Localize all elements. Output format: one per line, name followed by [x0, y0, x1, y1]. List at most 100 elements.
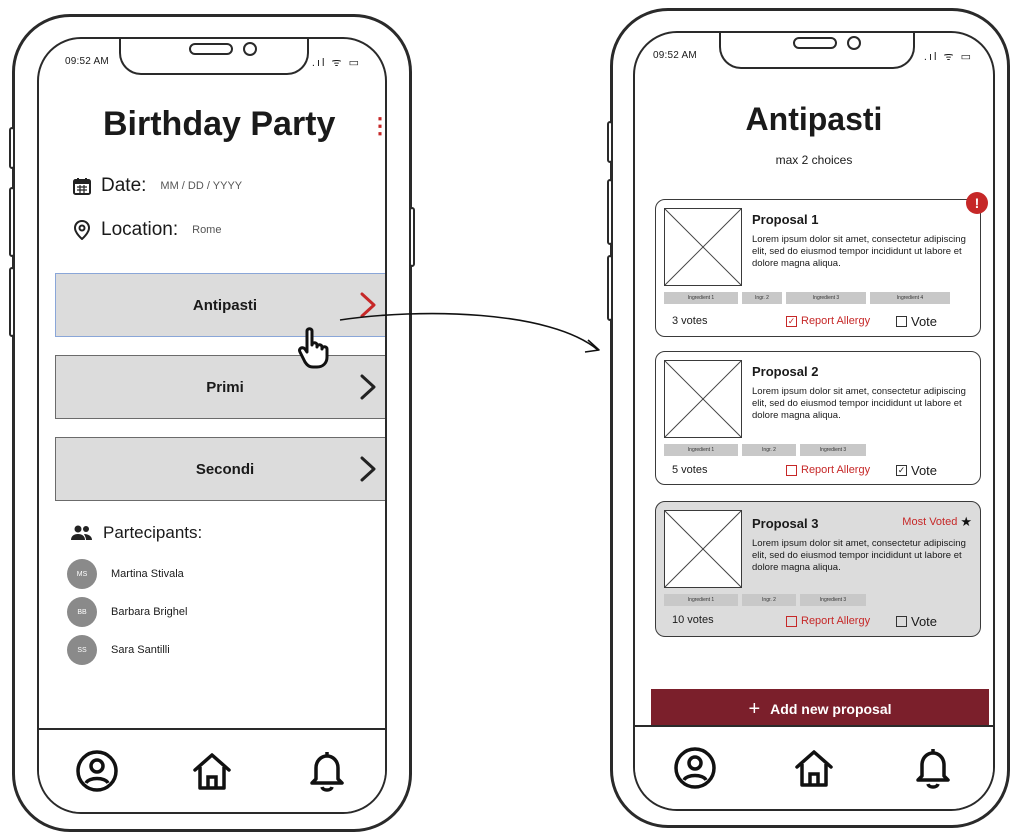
profile-nav-button[interactable]: [73, 747, 121, 795]
alert-badge-icon: !: [966, 192, 988, 214]
proposal-card[interactable]: Proposal 2 Lorem ipsum dolor sit amet, c…: [655, 351, 981, 485]
proposal-description: Lorem ipsum dolor sit amet, consectetur …: [752, 386, 966, 421]
date-row: Date: MM / DD / YYYY: [73, 175, 242, 197]
status-time: 09:52 AM: [65, 56, 109, 67]
category-label: Secondi: [195, 460, 255, 478]
page-subtitle: max 2 choices: [775, 153, 853, 167]
profile-nav-button[interactable]: [671, 744, 719, 792]
vote-count: 5 votes: [672, 464, 708, 476]
ingredient-tag: Ingredient 3: [800, 594, 866, 606]
most-voted-badge: Most Voted ★: [902, 514, 972, 530]
ingredient-tag: Ingredient 3: [786, 292, 866, 304]
profile-icon: [673, 747, 716, 789]
ingredient-tags: Ingredient 1 Ingr. 2 Ingredient 3: [664, 594, 866, 606]
participants-heading: Partecipants:: [71, 523, 202, 543]
chevron-right-icon: [360, 456, 376, 482]
ingredient-tag: Ingredient 1: [664, 594, 738, 606]
notifications-nav-button[interactable]: [909, 744, 957, 792]
image-placeholder-icon: [664, 360, 742, 438]
side-button: [607, 179, 613, 245]
avatar: SS: [67, 635, 97, 665]
speaker: [793, 37, 837, 49]
report-allergy-label: Report Allergy: [801, 615, 871, 627]
vote-checkbox[interactable]: Vote: [896, 614, 937, 629]
ingredient-tag: Ingr. 2: [742, 444, 796, 456]
ingredient-tags: Ingredient 1 Ingr. 2 Ingredient 3: [664, 444, 866, 456]
image-placeholder-icon: [664, 510, 742, 588]
speaker: [189, 43, 233, 55]
image-placeholder-icon: [664, 208, 742, 286]
right-phone: 09:52 AM .ıl ᯤ ▭ Antipasti max 2 choices…: [607, 8, 1010, 828]
notch: [719, 33, 915, 69]
side-button: [607, 255, 613, 321]
participant-item: BB Barbara Brighel: [67, 597, 187, 627]
vote-count: 10 votes: [672, 614, 714, 626]
proposal-description: Lorem ipsum dolor sit amet, consectetur …: [752, 538, 966, 573]
profile-icon: [75, 750, 118, 792]
add-proposal-button[interactable]: + Add new proposal: [651, 689, 989, 729]
bottom-nav: [39, 728, 385, 812]
report-allergy-checkbox[interactable]: ✓ Report Allergy: [786, 315, 870, 327]
ingredient-tags: Ingredient 1 Ingr. 2 Ingredient 3 Ingred…: [664, 292, 950, 304]
status-time: 09:52 AM: [653, 50, 697, 61]
left-phone: 09:52 AM .ıl ᯤ ▭ Birthday Party ⋮ Date: …: [9, 14, 415, 832]
checkbox-checked-icon: ✓: [786, 315, 797, 327]
power-button: [409, 207, 415, 267]
proposal-title: Proposal 1: [752, 212, 819, 227]
right-screen: 09:52 AM .ıl ᯤ ▭ Antipasti max 2 choices…: [633, 31, 995, 811]
page-title: Antipasti: [745, 101, 883, 137]
avatar: MS: [67, 559, 97, 589]
checkbox-icon: [786, 615, 797, 627]
ingredient-tag: Ingredient 1: [664, 444, 738, 456]
home-nav-button[interactable]: [188, 747, 236, 795]
location-label: Location:: [101, 219, 179, 240]
more-menu-icon[interactable]: ⋮: [369, 113, 385, 139]
status-icons: .ıl ᯤ ▭: [923, 51, 973, 63]
proposal-card[interactable]: Proposal 3 Most Voted ★ Lorem ipsum dolo…: [655, 501, 981, 637]
checkbox-icon: [896, 316, 907, 327]
people-icon: [71, 525, 92, 540]
bottom-nav: [635, 725, 993, 809]
location-row: Location: Rome: [73, 219, 221, 241]
report-allergy-checkbox[interactable]: Report Allergy: [786, 464, 870, 476]
home-icon: [795, 750, 833, 787]
participant-name: Barbara Brighel: [111, 606, 188, 618]
category-label: Antipasti: [192, 296, 258, 314]
participants-label: Partecipants:: [103, 523, 203, 542]
category-secondi-button[interactable]: Secondi: [55, 437, 385, 501]
location-value[interactable]: Rome: [192, 224, 221, 236]
calendar-icon: [73, 178, 91, 195]
home-icon: [193, 753, 231, 790]
notifications-nav-button[interactable]: [303, 747, 351, 795]
ingredient-tag: Ingr. 2: [742, 594, 796, 606]
home-nav-button[interactable]: [790, 744, 838, 792]
page-title: Birthday Party: [103, 105, 336, 143]
date-label: Date:: [101, 175, 147, 196]
proposal-title: Proposal 3: [752, 516, 819, 531]
bell-icon: [310, 752, 345, 792]
side-button: [9, 187, 15, 257]
status-icons: .ıl ᯤ ▭: [311, 57, 361, 69]
chevron-right-icon: [360, 374, 376, 400]
date-value[interactable]: MM / DD / YYYY: [160, 180, 242, 192]
vote-checkbox[interactable]: Vote: [896, 314, 937, 329]
bell-icon: [916, 749, 951, 789]
ingredient-tag: Ingredient 3: [800, 444, 866, 456]
proposal-description: Lorem ipsum dolor sit amet, consectetur …: [752, 234, 966, 269]
checkbox-icon: [896, 616, 907, 627]
checkbox-checked-icon: ✓: [896, 465, 907, 476]
camera: [243, 42, 257, 56]
side-button: [607, 121, 613, 163]
side-button: [9, 127, 15, 169]
vote-label: Vote: [911, 614, 938, 629]
hand-cursor-icon: [298, 327, 329, 369]
location-pin-icon: [73, 220, 91, 240]
proposal-card[interactable]: Proposal 1 Lorem ipsum dolor sit amet, c…: [655, 192, 988, 337]
vote-checkbox[interactable]: ✓ Vote: [896, 463, 937, 478]
participant-name: Martina Stivala: [111, 568, 184, 580]
report-allergy-checkbox[interactable]: Report Allergy: [786, 615, 870, 627]
add-proposal-label: Add new proposal: [770, 701, 892, 717]
report-allergy-label: Report Allergy: [801, 464, 871, 476]
notch: [119, 39, 309, 75]
star-icon: ★: [960, 514, 972, 529]
